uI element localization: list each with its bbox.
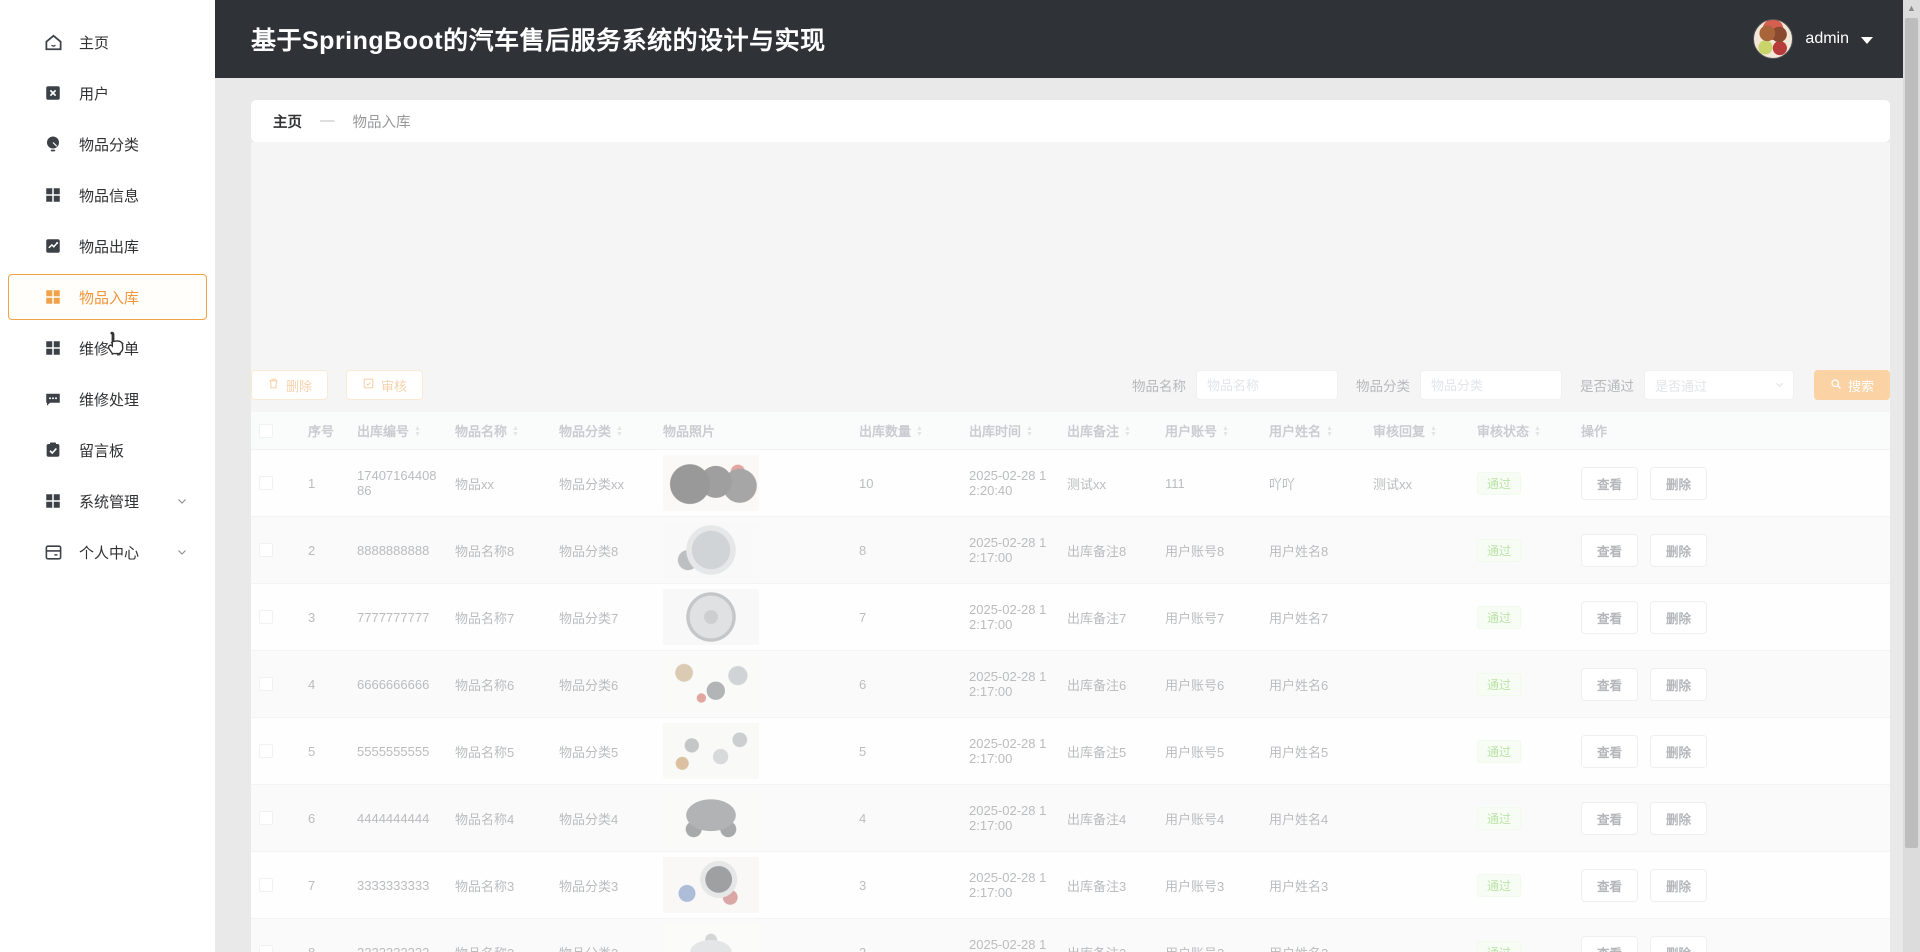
grid-icon <box>43 491 63 511</box>
sidebar-item-item-info[interactable]: 物品信息 <box>8 172 207 218</box>
sidebar-item-label: 物品信息 <box>79 185 139 206</box>
sidebar-item-label: 维修处理 <box>79 389 139 410</box>
sidebar-item-item-category[interactable]: 物品分类 <box>8 121 207 167</box>
avatar[interactable] <box>1753 19 1793 59</box>
sidebar-item-label: 个人中心 <box>79 542 139 563</box>
sidebar-item-label: 留言板 <box>79 440 124 461</box>
sidebar: 主页 用户 物品分类 物品信息 物品出库 物品入库 维修订单 <box>0 0 215 952</box>
chart-icon <box>43 236 63 256</box>
user-menu[interactable]: admin <box>1753 19 1873 59</box>
breadcrumb-current: 物品入库 <box>353 111 411 132</box>
workspace: 删除 审核 物品名称 物品分类 是否通过 <box>251 142 1890 952</box>
username: admin <box>1805 30 1849 48</box>
grid-icon <box>43 338 63 358</box>
breadcrumb-separator: — <box>320 113 335 129</box>
loading-mask <box>251 142 1890 952</box>
sidebar-item-system-management[interactable]: 系统管理 <box>8 478 207 524</box>
sidebar-item-repair-orders[interactable]: 维修订单 <box>8 325 207 371</box>
sidebar-item-repair-handling[interactable]: 维修处理 <box>8 376 207 422</box>
sidebar-item-item-inbound[interactable]: 物品入库 <box>8 274 207 320</box>
page-title: 基于SpringBoot的汽车售后服务系统的设计与实现 <box>251 21 1753 57</box>
main-area: 基于SpringBoot的汽车售后服务系统的设计与实现 admin 主页 — 物… <box>215 0 1920 952</box>
sidebar-item-item-outbound[interactable]: 物品出库 <box>8 223 207 269</box>
sidebar-item-users[interactable]: 用户 <box>8 70 207 116</box>
chat-icon <box>43 389 63 409</box>
content: 主页 — 物品入库 删除 审核 <box>215 78 1920 952</box>
sidebar-item-label: 维修订单 <box>79 338 139 359</box>
clipboard-check-icon <box>43 440 63 460</box>
breadcrumb-home[interactable]: 主页 <box>273 111 302 132</box>
sidebar-item-label: 物品出库 <box>79 236 139 257</box>
clipboard-x-icon <box>43 83 63 103</box>
scrollbar-thumb[interactable] <box>1905 18 1918 848</box>
chevron-down-icon <box>176 495 188 507</box>
sidebar-item-label: 用户 <box>79 83 109 104</box>
chevron-down-icon <box>176 546 188 558</box>
lightbulb-icon <box>43 134 63 154</box>
home-icon <box>43 32 63 52</box>
sidebar-item-personal-center[interactable]: 个人中心 <box>8 529 207 575</box>
card-icon <box>43 542 63 562</box>
sidebar-item-label: 系统管理 <box>79 491 139 512</box>
sidebar-item-label: 物品入库 <box>79 287 139 308</box>
grid-icon <box>43 287 63 307</box>
scroll-up-icon[interactable]: ▲ <box>1907 0 1916 16</box>
topbar: 基于SpringBoot的汽车售后服务系统的设计与实现 admin <box>215 0 1920 78</box>
sidebar-item-label: 主页 <box>79 32 109 53</box>
sidebar-item-home[interactable]: 主页 <box>8 19 207 65</box>
grid-icon <box>43 185 63 205</box>
sidebar-item-message-board[interactable]: 留言板 <box>8 427 207 473</box>
sidebar-item-label: 物品分类 <box>79 134 139 155</box>
user-dropdown-caret-icon[interactable] <box>1861 37 1873 44</box>
breadcrumb: 主页 — 物品入库 <box>251 100 1890 142</box>
page-scrollbar[interactable]: ▲ <box>1903 0 1920 952</box>
